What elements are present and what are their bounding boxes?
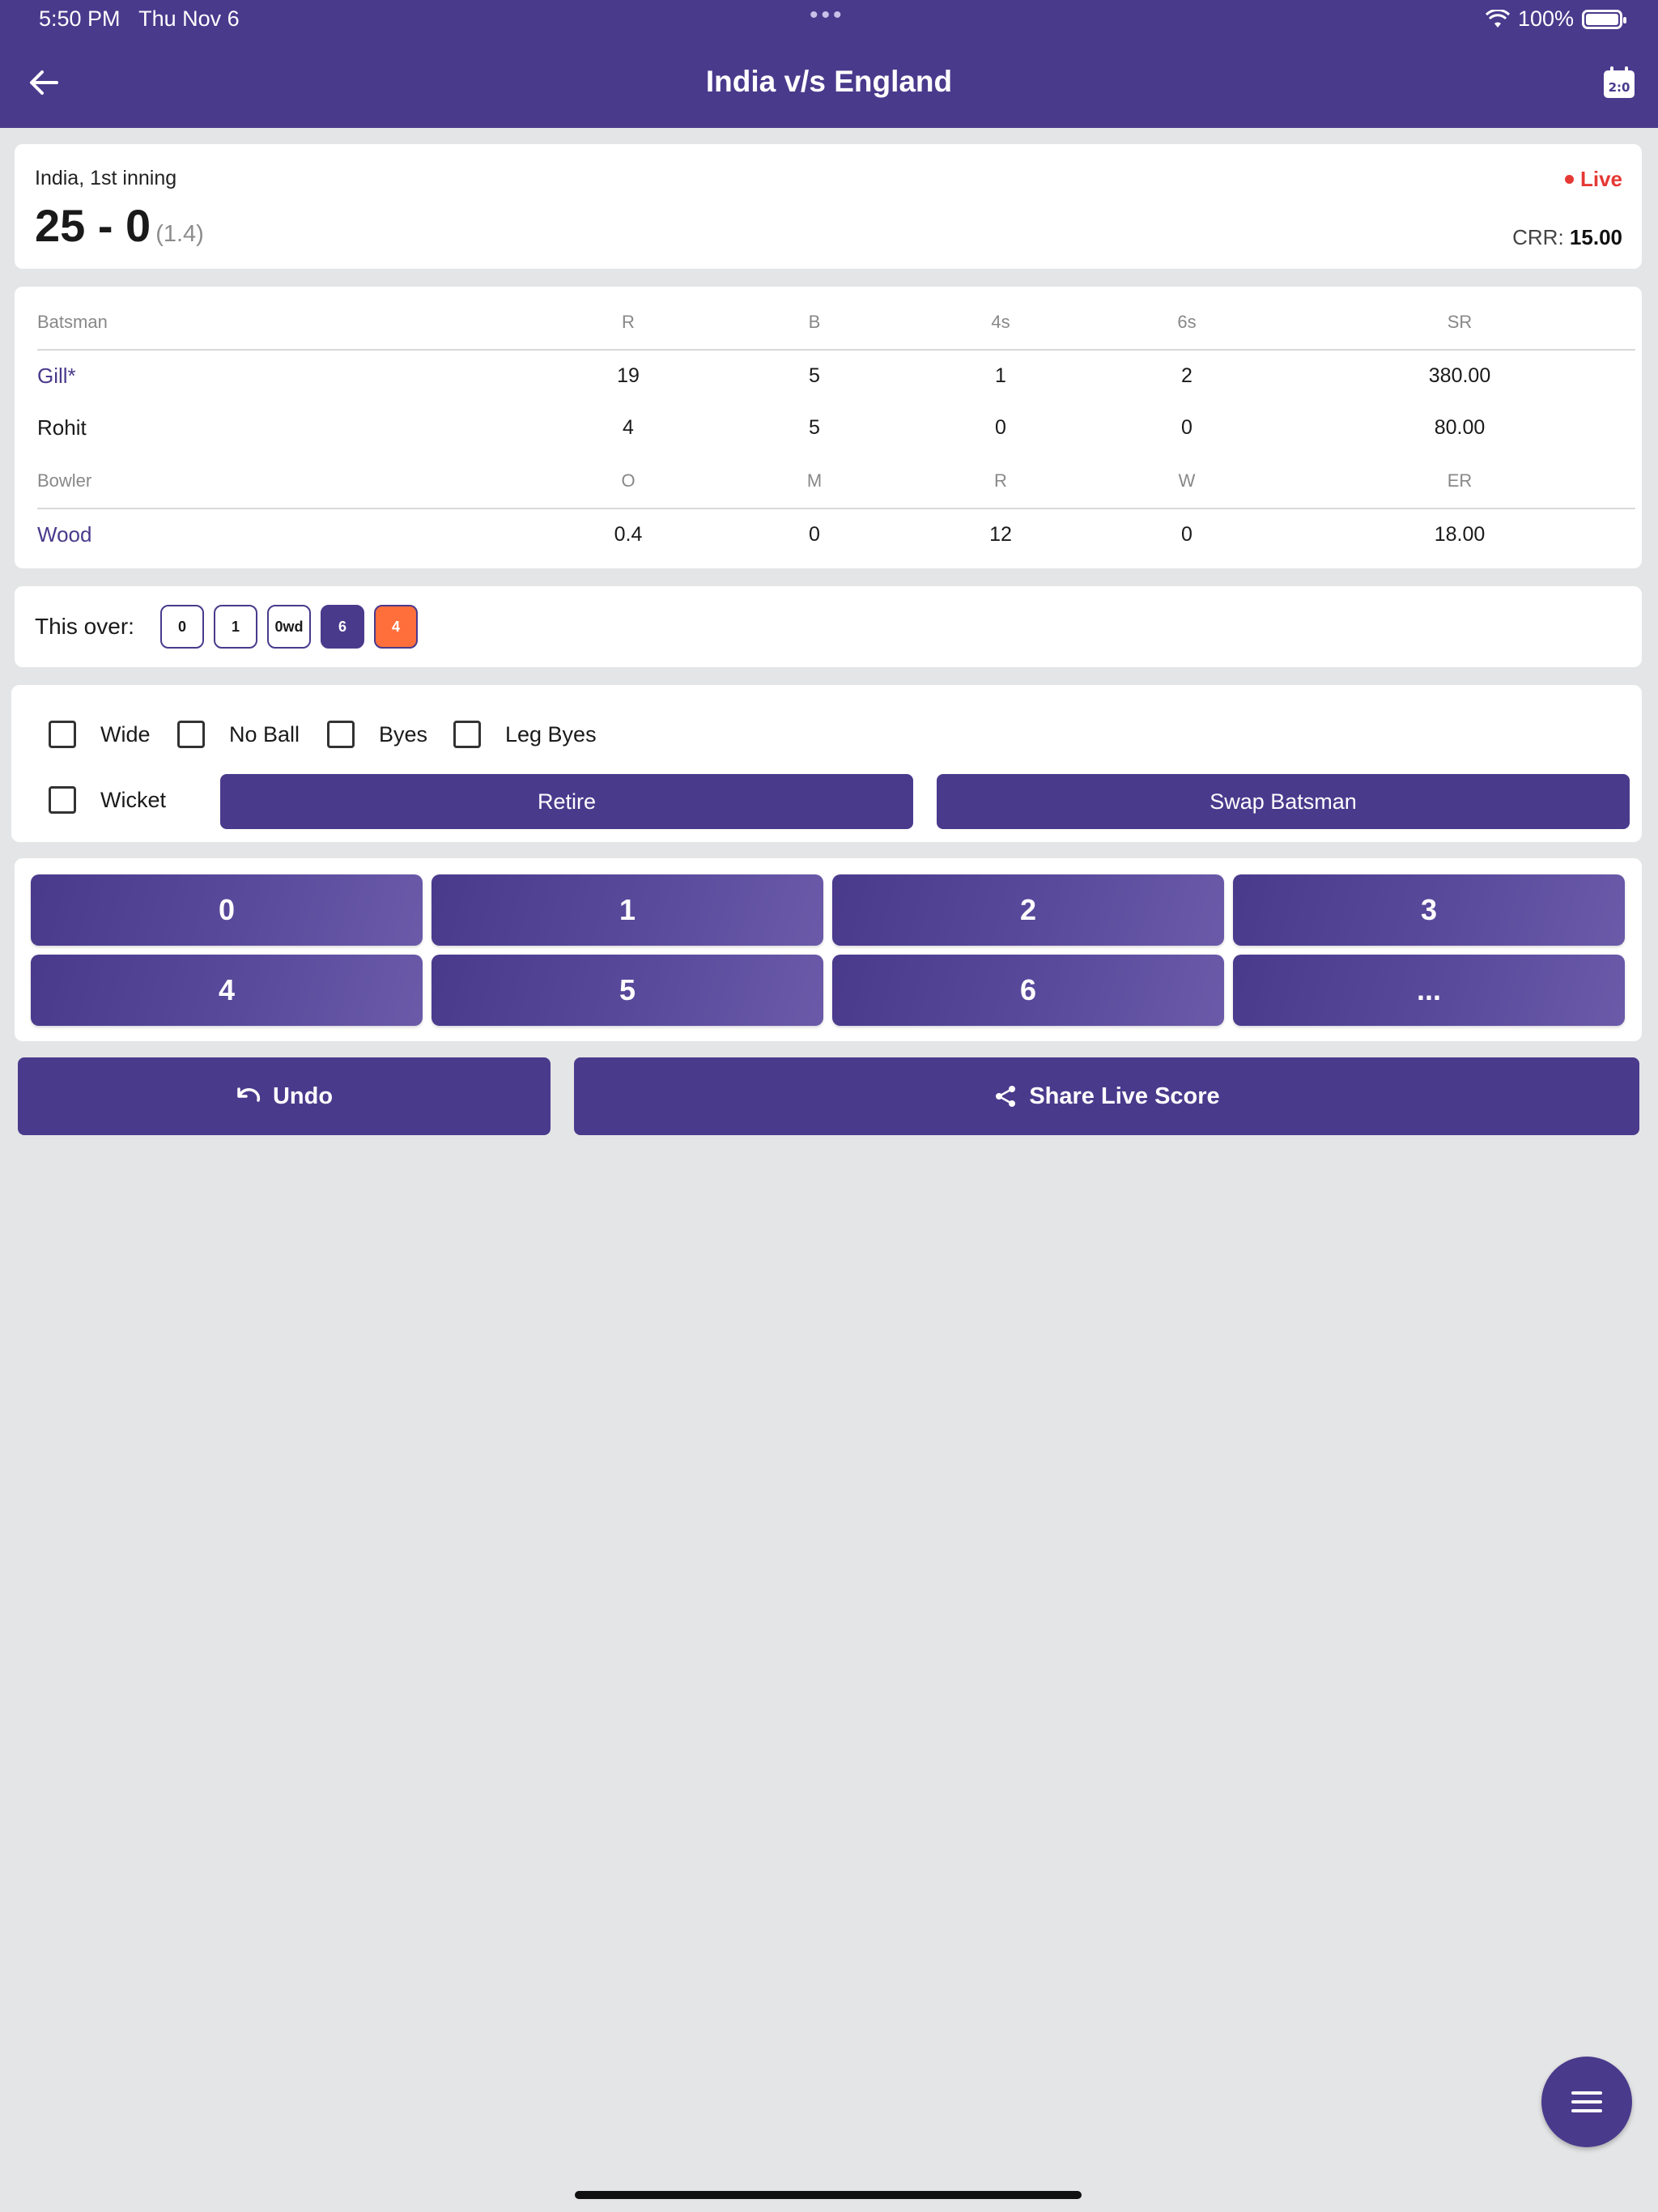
stat-cell: 0 bbox=[1181, 415, 1192, 439]
checkbox-label: Wide bbox=[100, 721, 151, 747]
byes-checkbox[interactable]: Byes bbox=[327, 721, 427, 748]
col-batsman: Batsman bbox=[37, 295, 539, 351]
run-pad-card: 0 1 2 3 4 5 6 ... bbox=[15, 858, 1642, 1041]
ball-chip: 0wd bbox=[267, 605, 311, 649]
checkbox-box[interactable] bbox=[49, 721, 76, 748]
stat-cell: 5 bbox=[809, 415, 820, 439]
retire-button[interactable]: Retire bbox=[220, 774, 913, 829]
col-wickets: W bbox=[1090, 453, 1284, 509]
ball-chip-four: 4 bbox=[374, 605, 418, 649]
share-label: Share Live Score bbox=[1029, 1083, 1220, 1109]
stat-cell: 0 bbox=[1181, 523, 1192, 546]
undo-icon bbox=[237, 1087, 261, 1102]
status-indicators: 100% bbox=[1485, 6, 1626, 32]
ball-chip-six: 6 bbox=[321, 605, 364, 649]
col-runs-conceded: R bbox=[912, 453, 1090, 509]
col-bowler: Bowler bbox=[37, 453, 539, 509]
run-2-button[interactable]: 2 bbox=[832, 874, 1224, 946]
live-dot-icon bbox=[1564, 175, 1574, 184]
col-maidens: M bbox=[717, 453, 912, 509]
page-title: India v/s England bbox=[705, 65, 953, 98]
wicket-checkbox[interactable]: Wicket bbox=[49, 786, 166, 814]
bowler-name: Wood bbox=[37, 522, 92, 547]
stat-cell: 80.00 bbox=[1434, 415, 1486, 439]
run-5-button[interactable]: 5 bbox=[432, 955, 823, 1026]
batting-table: Batsman R B 4s 6s SR Gill* 19 5 1 2 380.… bbox=[37, 295, 1635, 453]
no-ball-checkbox[interactable]: No Ball bbox=[177, 721, 300, 748]
status-time: 5:50 PM Thu Nov 6 bbox=[39, 6, 240, 31]
stat-cell: 4 bbox=[623, 415, 634, 439]
run-0-button[interactable]: 0 bbox=[31, 874, 423, 946]
live-badge: Live bbox=[1564, 167, 1622, 192]
ball-chip: 1 bbox=[214, 605, 257, 649]
leg-byes-checkbox[interactable]: Leg Byes bbox=[453, 721, 597, 748]
wifi-icon bbox=[1485, 9, 1510, 28]
undo-label: Undo bbox=[272, 1083, 334, 1109]
score-summary-card: India, 1st inning 25 - 0 (1.4) Live CRR: … bbox=[15, 144, 1642, 269]
batsman-name: Gill* bbox=[37, 364, 76, 388]
run-4-button[interactable]: 4 bbox=[31, 955, 423, 1026]
share-live-score-button[interactable]: Share Live Score bbox=[574, 1057, 1639, 1135]
checkbox-box[interactable] bbox=[49, 786, 76, 814]
col-economy: ER bbox=[1284, 453, 1635, 509]
score-total: 25 - 0 (1.4) bbox=[35, 200, 204, 251]
multitask-dots[interactable]: ••• bbox=[810, 2, 845, 29]
stat-cell: 5 bbox=[809, 364, 820, 387]
run-1-button[interactable]: 1 bbox=[432, 874, 823, 946]
stat-cell: 380.00 bbox=[1428, 364, 1491, 387]
batsman-name: Rohit bbox=[37, 415, 87, 440]
this-over-balls: 0 1 0wd 6 4 bbox=[160, 605, 418, 649]
checkbox-box[interactable] bbox=[327, 721, 355, 748]
stat-cell: 19 bbox=[617, 364, 640, 387]
checkbox-label: Byes bbox=[379, 721, 428, 747]
scoreboard-calendar-icon[interactable]: 2:0 bbox=[1601, 65, 1637, 100]
app-header: 5:50 PM Thu Nov 6 ••• 100% India v/s Eng… bbox=[0, 0, 1658, 128]
svg-text:2:0: 2:0 bbox=[1609, 80, 1630, 95]
table-row[interactable]: Rohit 4 5 0 0 80.00 bbox=[37, 402, 1635, 453]
col-sixes: 6s bbox=[1090, 295, 1284, 351]
ball-chip: 0 bbox=[160, 605, 204, 649]
stat-cell: 0 bbox=[995, 415, 1006, 439]
score-overs: (1.4) bbox=[155, 221, 204, 247]
stat-cell: 12 bbox=[989, 523, 1012, 546]
bowling-header-row: Bowler O M R W ER bbox=[37, 453, 1635, 509]
stat-cell: 2 bbox=[1181, 364, 1192, 387]
more-runs-button[interactable]: ... bbox=[1233, 955, 1625, 1026]
batting-header-row: Batsman R B 4s 6s SR bbox=[37, 295, 1635, 351]
checkbox-box[interactable] bbox=[177, 721, 205, 748]
bowling-table: Bowler O M R W ER Wood 0.4 0 12 0 18.00 bbox=[37, 453, 1635, 560]
stat-cell: 18.00 bbox=[1434, 523, 1486, 546]
player-stats-card: Batsman R B 4s 6s SR Gill* 19 5 1 2 380.… bbox=[15, 287, 1642, 568]
battery-percent: 100% bbox=[1517, 6, 1574, 31]
current-run-rate: CRR: 15.00 bbox=[1512, 225, 1622, 249]
table-row[interactable]: Wood 0.4 0 12 0 18.00 bbox=[37, 508, 1635, 560]
battery-icon bbox=[1582, 9, 1626, 29]
run-3-button[interactable]: 3 bbox=[1233, 874, 1625, 946]
col-runs: R bbox=[539, 295, 717, 351]
run-6-button[interactable]: 6 bbox=[832, 955, 1224, 1026]
innings-label: India, 1st inning bbox=[35, 167, 177, 189]
checkbox-label: Wicket bbox=[100, 787, 166, 812]
wide-checkbox[interactable]: Wide bbox=[49, 721, 151, 748]
menu-fab-button[interactable] bbox=[1541, 2057, 1632, 2147]
stat-cell: 0 bbox=[809, 523, 820, 546]
this-over-card: This over: 0 1 0wd 6 4 bbox=[15, 586, 1642, 667]
this-over-label: This over: bbox=[35, 614, 134, 639]
col-overs: O bbox=[539, 453, 717, 509]
col-balls: B bbox=[717, 295, 912, 351]
checkbox-box[interactable] bbox=[453, 721, 481, 748]
table-row[interactable]: Gill* 19 5 1 2 380.00 bbox=[37, 350, 1635, 402]
stat-cell: 0.4 bbox=[614, 523, 643, 546]
home-indicator[interactable] bbox=[575, 2191, 1082, 2199]
extras-card: Wide No Ball Byes Leg Byes Wicket Retire… bbox=[11, 685, 1642, 842]
col-fours: 4s bbox=[912, 295, 1090, 351]
swap-batsman-button[interactable]: Swap Batsman bbox=[937, 774, 1630, 829]
hamburger-menu-icon bbox=[1571, 2091, 1602, 2112]
share-icon bbox=[996, 1086, 1016, 1107]
checkbox-label: No Ball bbox=[229, 721, 300, 747]
checkbox-label: Leg Byes bbox=[505, 721, 597, 747]
undo-button[interactable]: Undo bbox=[18, 1057, 551, 1135]
col-strike-rate: SR bbox=[1284, 295, 1635, 351]
stat-cell: 1 bbox=[995, 364, 1006, 387]
